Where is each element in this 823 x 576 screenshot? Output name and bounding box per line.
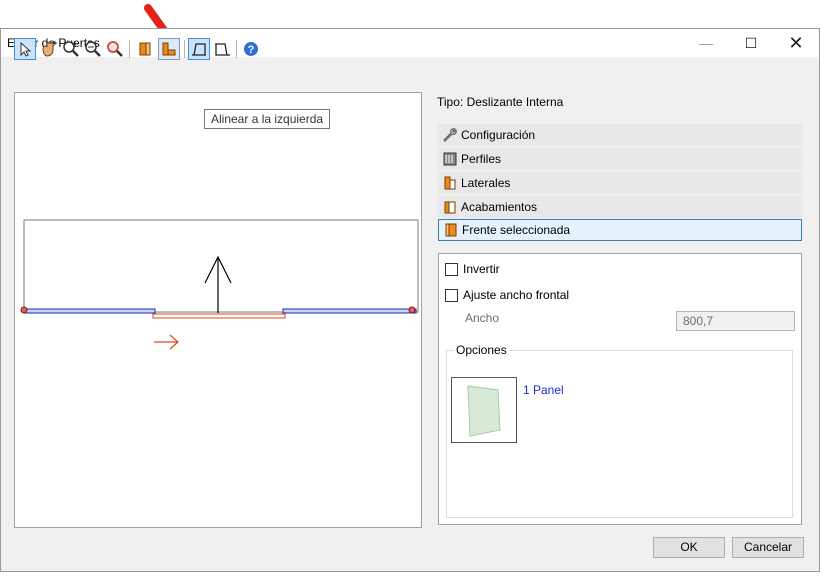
toolbar-separator (129, 40, 130, 58)
toolbar-separator (184, 40, 185, 58)
zoom-in-button[interactable] (60, 38, 82, 60)
zoom-in-icon (63, 41, 79, 57)
align-left-button[interactable] (188, 38, 210, 60)
ajuste-label: Ajuste ancho frontal (463, 288, 570, 302)
door-leaf-left[interactable] (23, 308, 156, 314)
door-drawing (20, 219, 419, 350)
section-configuracion[interactable]: Configuración (438, 124, 802, 146)
section-label: Frente seleccionada (462, 223, 571, 237)
opciones-title: Opciones (454, 343, 509, 357)
zoom-out-icon (85, 41, 101, 57)
select-pointer-button[interactable] (14, 38, 36, 60)
door-preview-canvas[interactable] (14, 92, 422, 528)
front-properties-panel: Invertir Ajuste ancho frontal Ancho Opci… (438, 253, 802, 525)
ajuste-checkbox[interactable] (445, 288, 458, 302)
tooltip: Alinear a la izquierda (204, 109, 331, 129)
left-hinge-marker (20, 306, 28, 314)
right-hinge-marker (408, 306, 416, 314)
side-piece-icon (444, 176, 456, 190)
toolbar-separator (236, 40, 237, 58)
invertir-label: Invertir (463, 262, 500, 276)
align-right-icon (215, 43, 230, 56)
ancho-label: Ancho (465, 311, 500, 325)
section-laterales[interactable]: Laterales (438, 172, 802, 194)
align-right-button[interactable] (211, 38, 233, 60)
side-panel-button[interactable] (134, 38, 156, 60)
section-label: Configuración (461, 128, 536, 142)
section-label: Acabamientos (461, 200, 538, 214)
section-frente-seleccionada[interactable]: Frente seleccionada (438, 219, 802, 241)
side-panel-pressed-button[interactable] (158, 38, 180, 60)
select-pointer-icon (20, 41, 32, 57)
close-button[interactable]: ✕ (773, 29, 819, 57)
profiles-icon (443, 152, 457, 166)
section-label: Perfiles (461, 152, 502, 166)
ajuste-checkbox-row[interactable]: Ajuste ancho frontal (445, 288, 569, 302)
panel-preview-icon (467, 385, 501, 437)
ancho-input[interactable] (676, 311, 795, 331)
door-type-label: Tipo: Deslizante Interna (437, 95, 564, 109)
door-leaf-selected[interactable] (152, 313, 286, 319)
zoom-fit-button[interactable] (104, 38, 126, 60)
cabinet-outline (23, 219, 419, 313)
section-acabamientos[interactable]: Acabamientos (438, 196, 802, 218)
option-thumbnail[interactable] (451, 377, 517, 443)
zoom-out-button[interactable] (82, 38, 104, 60)
ok-button[interactable]: OK (653, 537, 725, 558)
door-leaf-right[interactable] (282, 308, 417, 314)
side-panel-pressed-icon (162, 42, 176, 56)
invertir-checkbox[interactable] (445, 262, 458, 276)
cancel-button[interactable]: Cancelar (732, 537, 804, 558)
pan-hand-icon (42, 41, 57, 57)
section-perfiles[interactable]: Perfiles (438, 148, 802, 170)
section-label: Laterales (461, 176, 511, 190)
finish-icon (444, 201, 456, 214)
minimize-button[interactable]: — (683, 29, 729, 57)
help-button[interactable]: ? (240, 38, 262, 60)
help-icon: ? (244, 42, 258, 56)
maximize-button[interactable]: ☐ (728, 29, 774, 57)
side-panel-icon (139, 42, 151, 56)
opciones-group: Opciones 1 Panel (446, 343, 793, 518)
wrench-icon (443, 128, 457, 142)
invertir-checkbox-row[interactable]: Invertir (445, 262, 500, 276)
toolbar: ? (14, 36, 264, 62)
front-icon (445, 223, 457, 237)
align-left-icon (192, 43, 206, 56)
svg-text:?: ? (248, 44, 255, 56)
option-1-panel-link[interactable]: 1 Panel (523, 383, 564, 397)
pan-button[interactable] (38, 38, 60, 60)
zoom-fit-icon (107, 41, 123, 57)
